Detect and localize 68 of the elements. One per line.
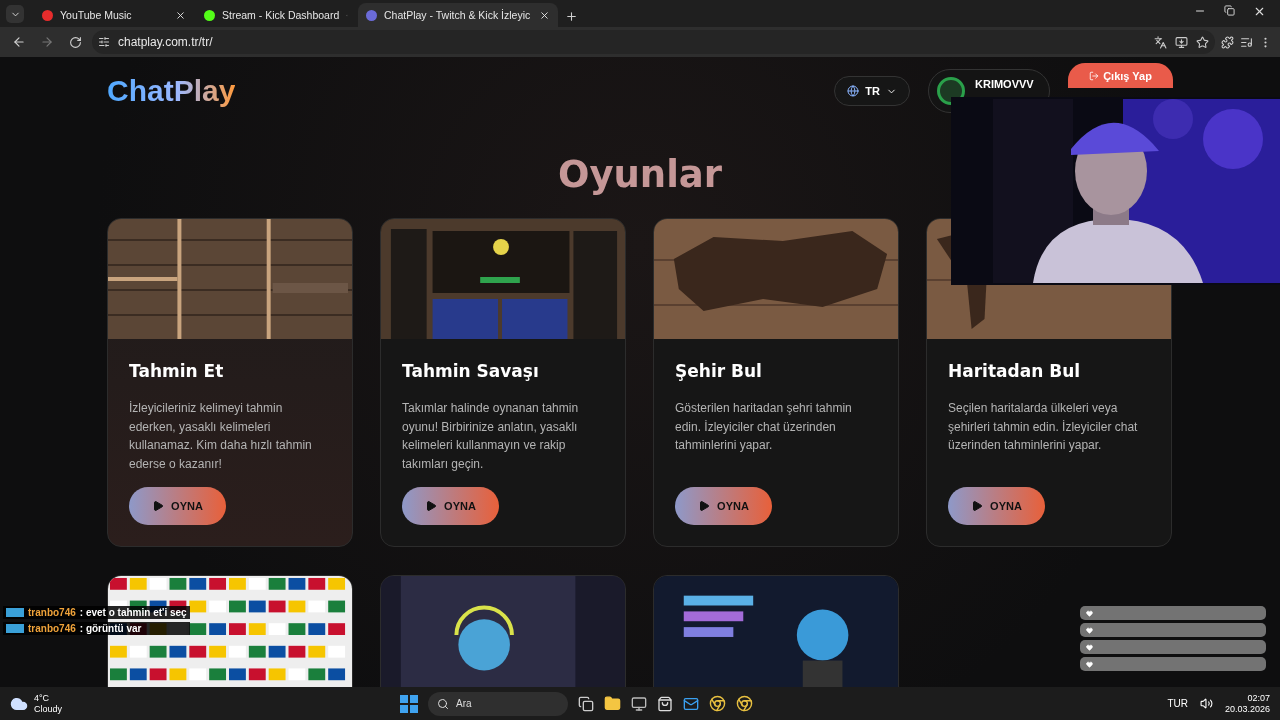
store-icon[interactable] <box>657 695 673 712</box>
translate-icon[interactable] <box>1154 35 1167 49</box>
heart-icon <box>1086 643 1093 651</box>
heart-icon <box>1086 609 1093 617</box>
play-button[interactable]: OYNA <box>948 487 1045 525</box>
chat-username: tranbo746 <box>28 623 76 634</box>
play-icon <box>425 500 438 512</box>
app-icon[interactable] <box>631 695 647 712</box>
volume-icon[interactable] <box>1199 697 1213 710</box>
heart-icon <box>1086 626 1093 634</box>
install-icon[interactable] <box>1175 35 1188 49</box>
chat-message: : evet o tahmin et'i seç <box>79 607 187 618</box>
clock-time[interactable]: 02:07 <box>1247 692 1270 704</box>
game-card[interactable]: Tahmin Et İzleyicileriniz kelimeyi tahmin ederken, yasaklı kelimeleri kullanamaz. Kim daha hızlı tahmin ederse o kazanır! OYNA <box>107 218 353 547</box>
taskbar-search-field[interactable]: Ara <box>428 691 568 716</box>
game-title: Tahmin Et <box>129 361 225 381</box>
weather-condition: Cloudy <box>34 703 62 715</box>
game-description: Seçilen haritalarda ülkeleri veya şehirleri tahmin edin. İzleyiciler chat üzerinden tahminlerini yapar. <box>948 400 1139 454</box>
windows-start-icon[interactable] <box>400 694 418 713</box>
search-icon <box>437 697 449 710</box>
game-title: Haritadan Bul <box>948 361 1082 381</box>
logout-icon <box>1089 70 1100 81</box>
chat-username: tranbo746 <box>28 607 76 618</box>
browser-tab[interactable]: Stream - Kick Dashboard <box>196 3 356 27</box>
play-button[interactable]: OYNA <box>402 487 499 525</box>
heart-icon <box>1086 660 1093 668</box>
game-title: Tahmin Savaşı <box>402 361 540 381</box>
game-description: Gösterilen haritadan şehri tahmin edin. İzleyiciler chat üzerinden tahminlerini yapar. <box>675 400 853 454</box>
temperature: 4°C <box>34 692 51 704</box>
game-title: Şehir Bul <box>675 361 763 381</box>
chrome-icon[interactable] <box>709 695 726 712</box>
section-heading: Oyunlar <box>556 153 724 196</box>
site-info-icon[interactable] <box>98 36 110 48</box>
chat-message: : görüntü var <box>79 623 142 634</box>
play-icon <box>698 500 711 512</box>
chrome-icon[interactable] <box>736 695 753 712</box>
browser-tab[interactable]: ChatPlay - Twitch & Kick İzleyic <box>358 3 558 27</box>
puzzle-icon[interactable] <box>1221 35 1234 49</box>
play-icon <box>971 500 984 512</box>
game-description: Takımlar halinde oynanan tahmin oyunu! Birbirinize anlatın, yasaklı kelimeleri kullanmayın ve rakip takımları geçin. <box>402 400 580 473</box>
play-icon <box>152 500 165 512</box>
game-description: İzleyicileriniz kelimeyi tahmin ederken, yasaklı kelimeleri kullanamaz. Kim daha hızlı tahmin ederse o kazanır! <box>129 400 313 473</box>
clock-date[interactable]: 20.03.2026 <box>1224 703 1270 715</box>
browser-tab[interactable]: YouTube Music <box>34 3 194 27</box>
reload-icon <box>68 35 82 49</box>
bookmark-star-icon[interactable] <box>1196 35 1209 49</box>
play-button[interactable]: OYNA <box>675 487 772 525</box>
mail-icon[interactable] <box>683 695 699 712</box>
language-button[interactable]: TR <box>834 76 910 106</box>
favicon-icon <box>204 9 215 21</box>
chat-badge-icon <box>6 608 24 617</box>
globe-icon <box>847 85 860 97</box>
favicon-icon <box>366 9 377 21</box>
task-view-icon[interactable] <box>578 695 594 712</box>
address-bar[interactable]: chatplay.com.tr/tr/ <box>92 30 1215 54</box>
play-button[interactable]: OYNA <box>129 487 226 525</box>
playlist-icon[interactable] <box>1240 35 1253 49</box>
plus-icon <box>564 9 578 23</box>
game-card[interactable]: Şehir Bul Gösterilen haritadan şehri tahmin edin. İzleyiciler chat üzerinden tahminlerini yapar. OYNA <box>653 218 899 547</box>
favicon-icon <box>42 9 53 21</box>
folder-icon[interactable] <box>604 695 621 712</box>
input-language[interactable]: TUR <box>1167 698 1188 709</box>
game-card[interactable]: Tahmin Savaşı Takımlar halinde oynanan tahmin oyunu! Birbirinize anlatın, yasaklı kelimeleri kullanmayın ve rakip takımları geçin. OYNA <box>380 218 626 547</box>
chat-badge-icon <box>6 624 24 633</box>
restore-icon[interactable] <box>1224 5 1235 16</box>
tab-search-button[interactable] <box>6 5 24 23</box>
arrow-left-icon <box>12 35 26 49</box>
arrow-right-icon <box>40 35 54 49</box>
